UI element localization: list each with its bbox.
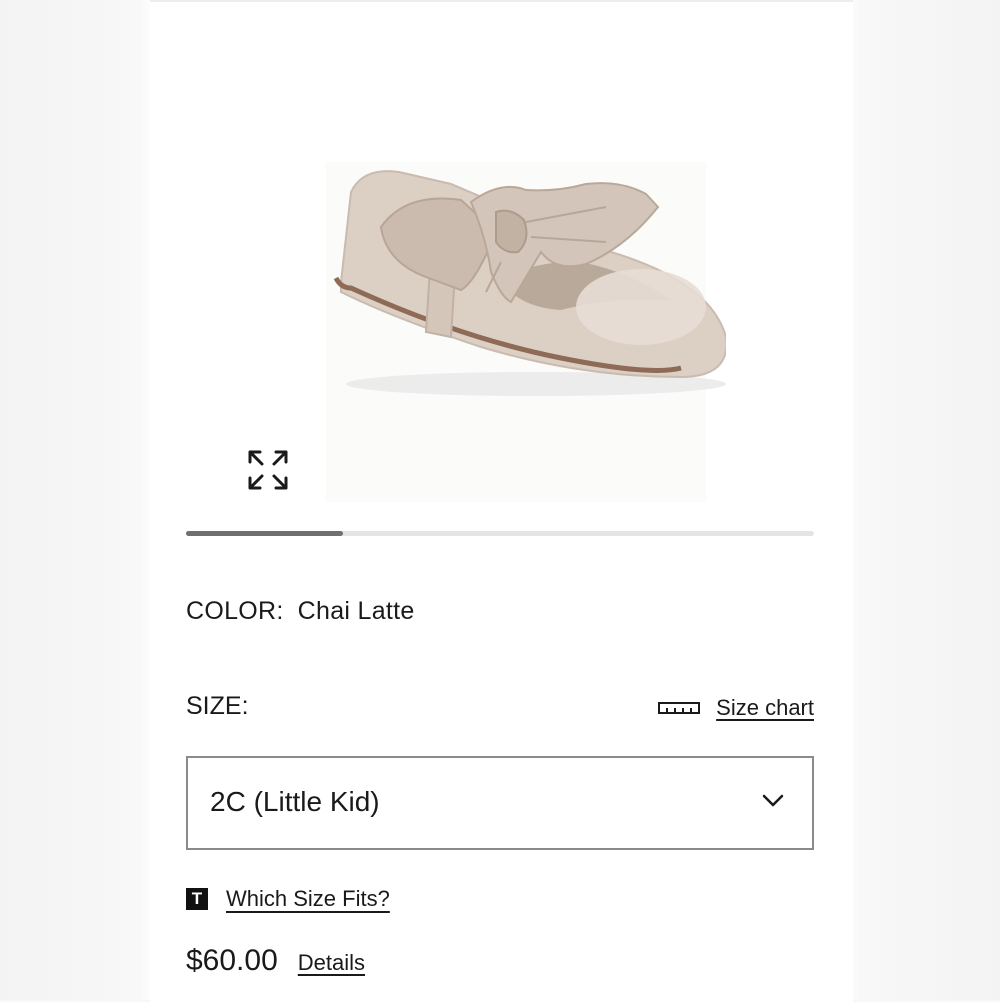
product-card: COLOR: Chai Latte SIZE: Size chart 2C (Li… [150, 0, 853, 1002]
color-label: COLOR: [186, 597, 284, 625]
product-image[interactable] [286, 152, 726, 412]
product-image-gallery[interactable] [186, 2, 814, 530]
size-fit-helper: T Which Size Fits? [186, 882, 390, 916]
size-label: SIZE: [186, 692, 249, 720]
size-header: SIZE: Size chart [186, 692, 814, 724]
size-chart-label[interactable]: Size chart [716, 695, 814, 721]
color-selection: COLOR: Chai Latte [186, 597, 415, 626]
expand-arrows-icon[interactable] [246, 448, 290, 492]
color-value: Chai Latte [297, 597, 415, 625]
size-dropdown[interactable]: 2C (Little Kid) [186, 756, 814, 850]
price: $60.00 [186, 944, 278, 977]
price-details-link[interactable]: Details [298, 950, 365, 976]
carousel-progress-thumb [186, 531, 343, 536]
ruler-icon [658, 702, 701, 714]
which-size-fits-link[interactable]: Which Size Fits? [226, 886, 390, 912]
chevron-down-icon [762, 794, 784, 807]
size-dropdown-value: 2C (Little Kid) [210, 786, 380, 817]
price-section: $60.00 Details [186, 944, 365, 984]
image-carousel-progress[interactable] [186, 531, 814, 536]
truefit-logo-icon: T [186, 888, 208, 910]
size-chart-link[interactable]: Size chart [658, 692, 814, 724]
